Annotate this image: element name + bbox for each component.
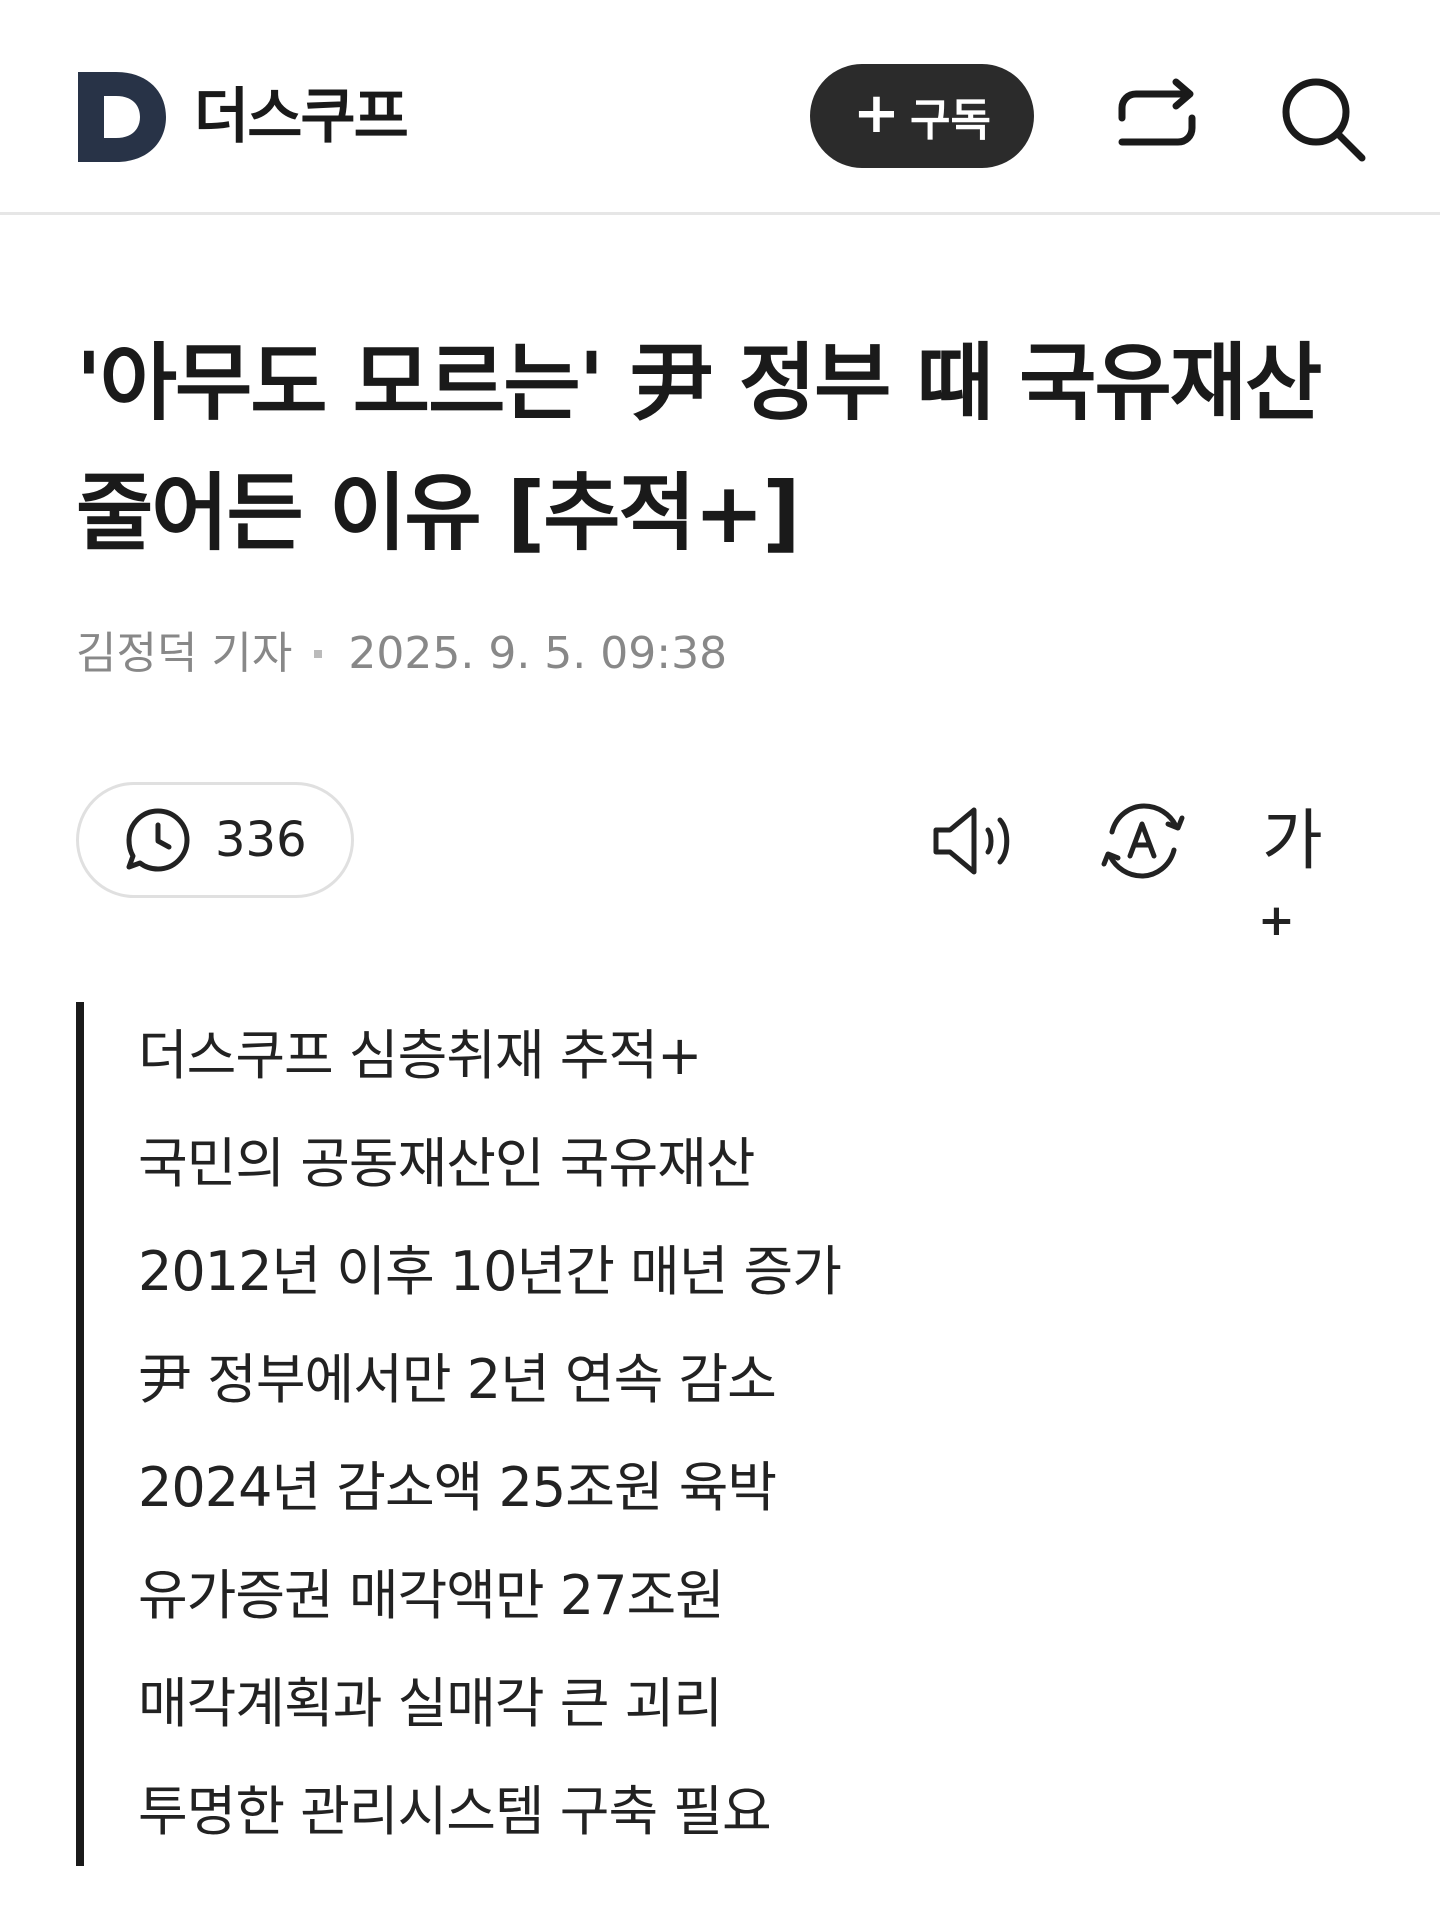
- share-icon[interactable]: [1114, 78, 1200, 158]
- view-count-badge[interactable]: 336: [76, 782, 354, 898]
- summary-line: 국민의 공동재산인 국유재산: [138, 1132, 756, 1195]
- brand-name[interactable]: 더스쿠프: [194, 78, 409, 156]
- summary-line: 유가증권 매각액만 27조원: [138, 1564, 725, 1627]
- top-bar: 더스쿠프 + 구독: [0, 0, 1440, 215]
- summary-line: 매각계획과 실매각 큰 괴리: [138, 1672, 723, 1735]
- article-title: '아무도 모르는' 尹 정부 때 국유재산 줄어든 이유 [추적+]: [76, 334, 1322, 562]
- publish-date: 2025. 9. 5. 09:38: [348, 628, 728, 679]
- author-name[interactable]: 김정덕 기자: [76, 626, 292, 682]
- byline: 김정덕 기자 2025. 9. 5. 09:38: [76, 626, 727, 682]
- summary-line: 2012년 이후 10년간 매년 증가: [138, 1240, 842, 1303]
- subscribe-label: 구독: [909, 95, 991, 146]
- subscribe-button[interactable]: + 구독: [810, 64, 1034, 168]
- plus-icon: +: [853, 81, 900, 146]
- summary-line: 尹 정부에서만 2년 연속 감소: [138, 1348, 777, 1411]
- view-count: 336: [215, 812, 307, 868]
- font-size-label: 가: [1262, 802, 1323, 879]
- summary-line: 투명한 관리시스템 구축 필요: [138, 1780, 772, 1843]
- separator-dot: [314, 650, 323, 658]
- summary-line: 더스쿠프 심층취재 추적+: [138, 1024, 702, 1087]
- speaker-icon[interactable]: [930, 798, 1020, 884]
- summary-line: 2024년 감소액 25조원 육박: [138, 1456, 777, 1519]
- clock-chat-icon: [126, 808, 190, 872]
- summary-quote: 더스쿠프 심층취재 추적+ 국민의 공동재산인 국유재산 2012년 이후 10…: [76, 1002, 1276, 1866]
- plus-icon: +: [1258, 895, 1295, 946]
- search-icon[interactable]: [1278, 74, 1368, 164]
- brand-logo-icon[interactable]: [78, 72, 166, 162]
- font-size-button[interactable]: 가+: [1258, 798, 1352, 946]
- translate-icon[interactable]: [1098, 798, 1188, 884]
